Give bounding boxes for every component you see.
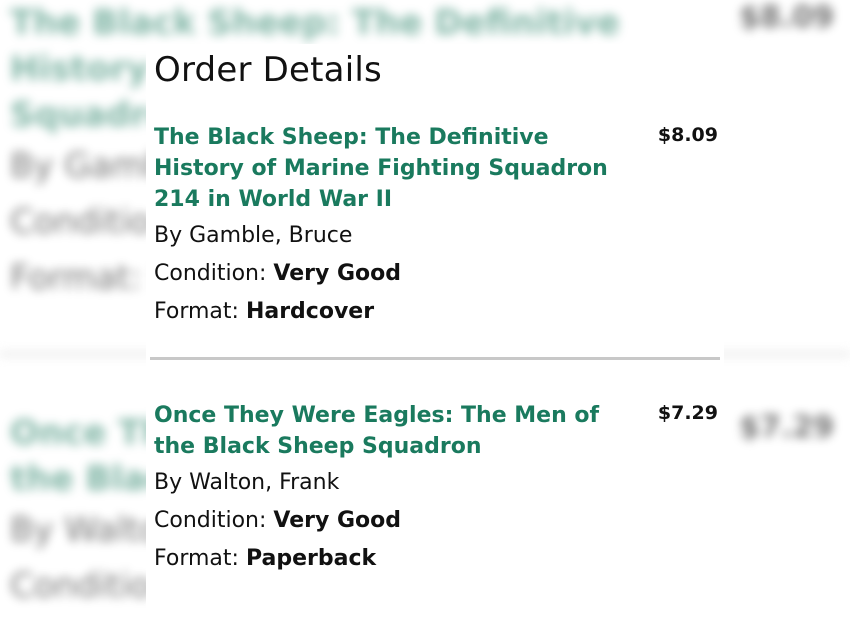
- bg-author-prefix: By: [10, 146, 54, 186]
- author-name: Walton, Frank: [189, 470, 340, 495]
- order-item: The Black Sheep: The Definitive History …: [154, 122, 720, 331]
- author-prefix: By: [154, 470, 183, 495]
- bg-item-price: $8.09: [739, 0, 834, 35]
- item-price: $7.29: [657, 402, 718, 424]
- format-label: Format:: [154, 546, 239, 571]
- bg-format-label: Format:: [10, 258, 142, 298]
- item-condition: Condition: Very Good: [154, 502, 720, 540]
- bg-author-prefix: By: [10, 510, 54, 550]
- order-item: Once They Were Eagles: The Men of the Bl…: [154, 400, 720, 578]
- condition-label: Condition:: [154, 508, 267, 533]
- condition-label: Condition:: [154, 261, 267, 286]
- item-condition: Condition: Very Good: [154, 255, 720, 293]
- bg-item-price: $7.29: [739, 410, 834, 445]
- item-title-link[interactable]: The Black Sheep: The Definitive History …: [154, 122, 639, 215]
- item-title-link[interactable]: Once They Were Eagles: The Men of the Bl…: [154, 400, 639, 462]
- author-name: Gamble, Bruce: [189, 223, 353, 248]
- format-value: Hardcover: [245, 299, 375, 324]
- condition-value: Very Good: [273, 508, 402, 533]
- item-format: Format: Paperback: [154, 540, 720, 578]
- format-value: Paperback: [245, 546, 377, 571]
- item-format: Format: Hardcover: [154, 293, 720, 331]
- page-title: Order Details: [154, 50, 382, 90]
- condition-value: Very Good: [273, 261, 402, 286]
- item-author: By Gamble, Bruce: [154, 217, 720, 255]
- format-label: Format:: [154, 299, 239, 324]
- item-divider: [150, 357, 720, 360]
- author-prefix: By: [154, 223, 183, 248]
- item-author: By Walton, Frank: [154, 464, 720, 502]
- item-price: $8.09: [657, 124, 718, 146]
- order-details-panel: Order Details The Black Sheep: The Defin…: [146, 44, 724, 622]
